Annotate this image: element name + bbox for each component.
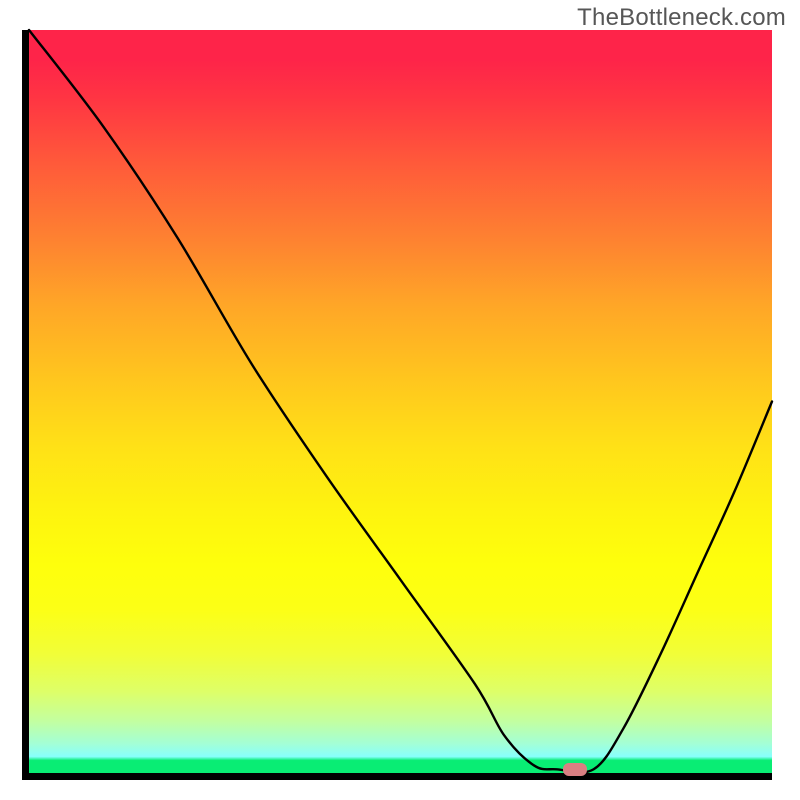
optimal-marker	[563, 763, 587, 776]
bottleneck-curve	[29, 30, 772, 773]
x-axis-line	[22, 773, 772, 780]
attribution-text: TheBottleneck.com	[577, 4, 786, 32]
y-axis-line	[22, 30, 29, 773]
chart-frame: TheBottleneck.com	[0, 0, 800, 800]
